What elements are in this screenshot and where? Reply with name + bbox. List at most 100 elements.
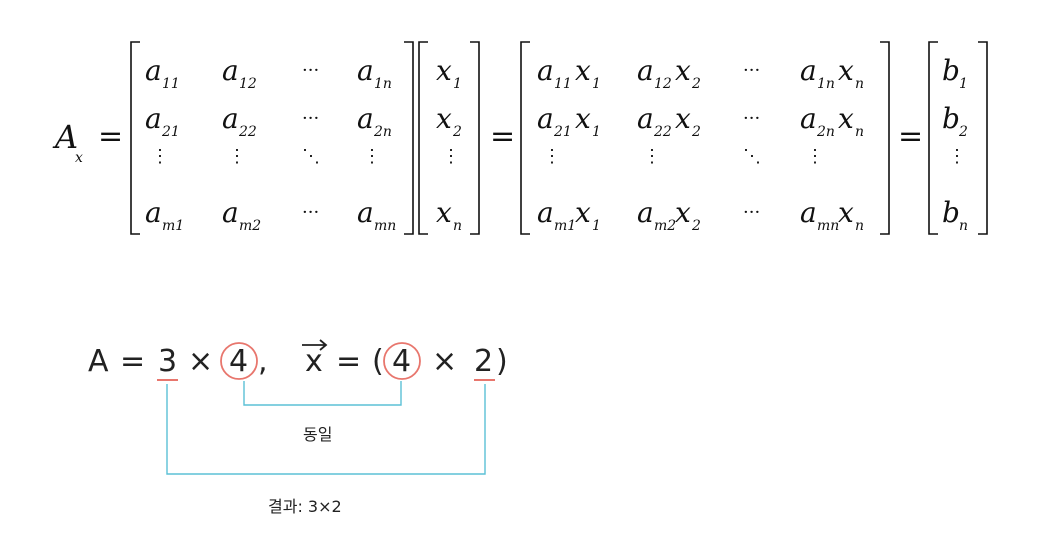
vector-x-cell: x2 <box>436 102 462 140</box>
matrix-a-cell: ⋱ <box>302 146 320 167</box>
vector-b-left-bracket <box>928 41 938 235</box>
product-cell: a 2n x n <box>800 102 864 140</box>
matrix-a-cell: a 12 <box>222 54 257 92</box>
product-cell: ⋮ <box>806 146 824 167</box>
hand-eq-1: = <box>120 344 145 379</box>
entry-base: a <box>537 196 554 229</box>
hand-eq-2: = <box>336 344 361 379</box>
ellipsis: ⋮ <box>151 146 169 167</box>
ellipsis: ⋮ <box>228 146 246 167</box>
entry-subscript: mn <box>817 218 839 234</box>
same-dimension-bracket <box>243 381 402 406</box>
entry-x: x <box>675 54 691 87</box>
same-label: 동일 <box>303 425 332 444</box>
equals-sign-3: = <box>898 119 923 154</box>
entry-subscript: 2n <box>816 124 835 140</box>
lhs-subscript: x <box>75 150 83 166</box>
entry-x: x <box>575 196 591 229</box>
entry-subscript: 2n <box>373 124 392 140</box>
matrix-a-cell: ⋮ <box>363 146 381 167</box>
product-left-bracket <box>520 41 530 235</box>
entry-x: x <box>838 102 854 135</box>
matrix-a-cell: ··· <box>302 108 319 129</box>
vector-b-cell: ⋮ <box>948 146 966 167</box>
hand-times-2: × <box>432 344 457 379</box>
ellipsis: ⋮ <box>543 146 561 167</box>
ellipsis: ··· <box>743 60 760 81</box>
ellipsis: ⋮ <box>643 146 661 167</box>
equals-sign-1: = <box>98 119 123 154</box>
entry-subscript: 1n <box>817 76 835 92</box>
matrix-a-cell: ··· <box>302 202 319 223</box>
product-cell: a 11 x 1 <box>537 54 601 92</box>
ellipsis: ⋮ <box>806 146 824 167</box>
ellipsis: ··· <box>302 202 319 223</box>
vector-b-cell: b1 <box>942 54 968 92</box>
entry-x: x <box>838 54 854 87</box>
entry-subscript: 1n <box>374 76 392 92</box>
matrix-a-cell: a 1n <box>357 54 392 92</box>
entry-x-subscript: 1 <box>592 218 601 234</box>
entry-subscript: 2 <box>958 124 968 140</box>
product-cell: a 12 x 2 <box>637 54 701 92</box>
entry-x-subscript: n <box>855 76 864 92</box>
entry-base: a <box>637 102 654 135</box>
entry-base: a <box>537 102 554 135</box>
entry-base: a <box>800 54 817 87</box>
entry-x-subscript: 2 <box>691 124 701 140</box>
entry-base: x <box>436 196 452 229</box>
matrix-a-cell: a 2n <box>357 102 392 140</box>
entry-subscript: n <box>959 218 968 234</box>
entry-base: b <box>942 54 960 87</box>
entry-subscript: 1 <box>453 76 462 92</box>
entry-base: b <box>942 196 960 229</box>
product-cell: ··· <box>743 108 760 129</box>
product-cell: ⋮ <box>643 146 661 167</box>
product-cell: a m1x 1 <box>537 196 601 234</box>
hand-open-paren: ( <box>372 344 384 379</box>
matrix-a-cell: a mn <box>357 196 396 234</box>
entry-base: a <box>222 102 239 135</box>
ellipsis: ··· <box>302 108 319 129</box>
product-cell: ⋱ <box>743 146 761 167</box>
vector-b: b 1b 2⋮b n <box>942 54 968 234</box>
entry-subscript: 11 <box>162 76 180 92</box>
ellipsis: ⋮ <box>442 146 460 167</box>
entry-x: x <box>838 196 854 229</box>
hand-x-cols: 2 <box>474 344 493 379</box>
entry-subscript: 21 <box>553 124 572 140</box>
entry-base: a <box>357 196 374 229</box>
page: A x = a 11 a 12 ··· a 1n a 21 a 22 ··· a 2n ⋮ ⋮ ⋱ ⋮ a m1 a m2… <box>0 0 1062 552</box>
hand-times-1: × <box>188 344 213 379</box>
entry-x: x <box>575 102 591 135</box>
entry-subscript: mn <box>374 218 396 234</box>
product-right-bracket <box>880 41 890 235</box>
hand-a-rows: 3 <box>158 344 177 379</box>
product-cell: a mnx n <box>800 196 864 234</box>
entry-subscript: 12 <box>239 76 257 92</box>
hand-comma: , <box>258 344 268 379</box>
entry-x-subscript: 1 <box>592 124 601 140</box>
product-cell: ··· <box>743 60 760 81</box>
entry-base: a <box>145 196 162 229</box>
vector-x-cell: ⋮ <box>442 146 460 167</box>
vector-x-left-bracket <box>418 41 428 235</box>
entry-base: b <box>942 102 960 135</box>
ellipsis: ··· <box>302 60 319 81</box>
canvas: A x = a 11 a 12··· a 1na 21 a 22··· a 2n⋮ ⋮ ⋱ ⋮a m1 a m2… <box>52 41 988 516</box>
ellipsis: ··· <box>743 108 760 129</box>
entry-base: a <box>357 54 374 87</box>
result-label: 결과: 3×2 <box>268 497 342 516</box>
entry-x-subscript: 2 <box>691 218 701 234</box>
product-matrix: a 11 x 1 a 12 x 2··· a 1n x na 21 x 1 a 22 x 2··· a 2n x n⋮ ⋮ ⋱ ⋮… <box>537 54 864 234</box>
product-cell: ⋮ <box>543 146 561 167</box>
matrix-a-right-bracket <box>404 41 414 235</box>
matrix-a-cell: a 11 <box>145 54 180 92</box>
matrix-a-cell: a 21 <box>145 102 180 140</box>
product-cell: a 21 x 1 <box>537 102 601 140</box>
entry-subscript: 22 <box>238 124 257 140</box>
hand-close-paren: ) <box>496 344 508 379</box>
matrix-a-cell: ⋮ <box>228 146 246 167</box>
entry-x-subscript: 1 <box>592 76 601 92</box>
entry-base: x <box>436 54 452 87</box>
